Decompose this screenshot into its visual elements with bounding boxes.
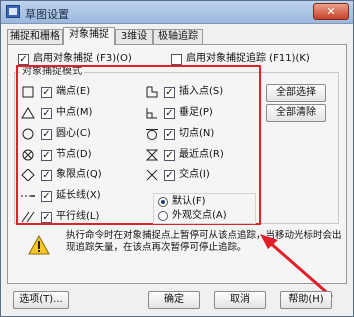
object-snap-panel: ✓ 启用对象捕捉 (F3)(O) 启用对象捕捉追踪 (F11)(K) 对象捕捉模…: [7, 44, 347, 299]
apparent-intersection-label: 外观交点(A): [172, 210, 227, 221]
tab-polar-tracking[interactable]: 极轴追踪: [153, 29, 203, 44]
tab-3d-settings[interactable]: 3维设置: [115, 29, 153, 56]
close-button[interactable]: ✕: [313, 3, 349, 20]
center-checkbox[interactable]: ✓: [41, 129, 52, 140]
enable-tracking-label: 启用对象捕捉追踪 (F11)(K): [186, 53, 310, 64]
intersection-checkbox[interactable]: ✓: [164, 170, 175, 181]
perpendicular-checkbox[interactable]: ✓: [164, 108, 175, 119]
note-line-2: 现追踪矢量，在该点再次暂停可停止追踪。: [66, 242, 247, 253]
clear-all-button[interactable]: 全部清除: [266, 104, 326, 122]
window-title: 草图设置: [25, 8, 69, 21]
perpendicular-label: 垂足(P): [179, 107, 213, 118]
nearest-checkbox[interactable]: ✓: [164, 150, 175, 161]
center-label: 圆心(C): [56, 128, 91, 139]
tangent-icon: [146, 129, 158, 140]
warning-icon: [28, 235, 50, 255]
perpendicular-icon: [146, 108, 157, 119]
cancel-button[interactable]: 取消: [214, 291, 266, 309]
parallel-label: 平行线(L): [56, 211, 100, 222]
parallel-checkbox[interactable]: ✓: [41, 212, 52, 223]
diamond-quadrant-icon: [21, 169, 35, 181]
node-label: 节点(D): [56, 149, 92, 160]
enable-snap-checkbox[interactable]: ✓: [18, 54, 29, 65]
extension-checkbox[interactable]: ✓: [41, 191, 52, 202]
default-radio[interactable]: [158, 197, 168, 207]
enable-snap-label: 启用对象捕捉 (F3)(O): [33, 53, 132, 64]
insertion-checkbox[interactable]: ✓: [164, 87, 175, 98]
nearest-label: 最近点(R): [179, 149, 224, 160]
endpoint-checkbox[interactable]: ✓: [41, 87, 52, 98]
tab-snap-grid[interactable]: 捕捉和栅格: [7, 29, 63, 44]
parallel-icon: [21, 211, 35, 223]
tangent-label: 切点(N): [179, 128, 215, 139]
tangent-checkbox[interactable]: ✓: [164, 129, 175, 140]
nearest-icon: [145, 149, 159, 161]
midpoint-checkbox[interactable]: ✓: [41, 108, 52, 119]
insertion-icon: [146, 86, 158, 98]
node-checkbox[interactable]: ✓: [41, 150, 52, 161]
title-bar: 草图设置 ✕: [1, 1, 353, 24]
extension-label: 延长线(X): [56, 190, 101, 201]
node-icon: [22, 149, 34, 161]
circle-center-icon: [22, 128, 34, 140]
intersection-icon: [146, 169, 158, 181]
tab-object-snap[interactable]: 对象捕捉: [63, 27, 115, 45]
app-icon: [6, 5, 20, 18]
drafting-settings-dialog: 草图设置 ✕ 捕捉和栅格 对象捕捉 3维设置 极轴追踪 ✓ 启用对象捕捉 (F3…: [0, 0, 354, 317]
quadrant-label: 象限点(Q): [56, 169, 102, 180]
extension-icon: [21, 195, 35, 197]
options-button[interactable]: 选项(T)...: [13, 291, 69, 309]
insertion-label: 插入点(S): [179, 86, 224, 97]
midpoint-label: 中点(M): [56, 107, 93, 118]
ok-button[interactable]: 确定: [148, 291, 200, 309]
endpoint-label: 端点(E): [56, 86, 91, 97]
apparent-intersection-radio[interactable]: [158, 211, 168, 221]
triangle-midpoint-icon: [21, 107, 35, 119]
intersection-label: 交点(I): [179, 169, 210, 180]
quadrant-checkbox[interactable]: ✓: [41, 170, 52, 181]
help-button[interactable]: 帮助(H): [280, 291, 332, 309]
enable-tracking-checkbox[interactable]: [171, 54, 182, 65]
select-all-button[interactable]: 全部选择: [266, 84, 326, 102]
default-radio-label: 默认(F): [172, 196, 206, 207]
square-endpoint-icon: [22, 86, 34, 98]
